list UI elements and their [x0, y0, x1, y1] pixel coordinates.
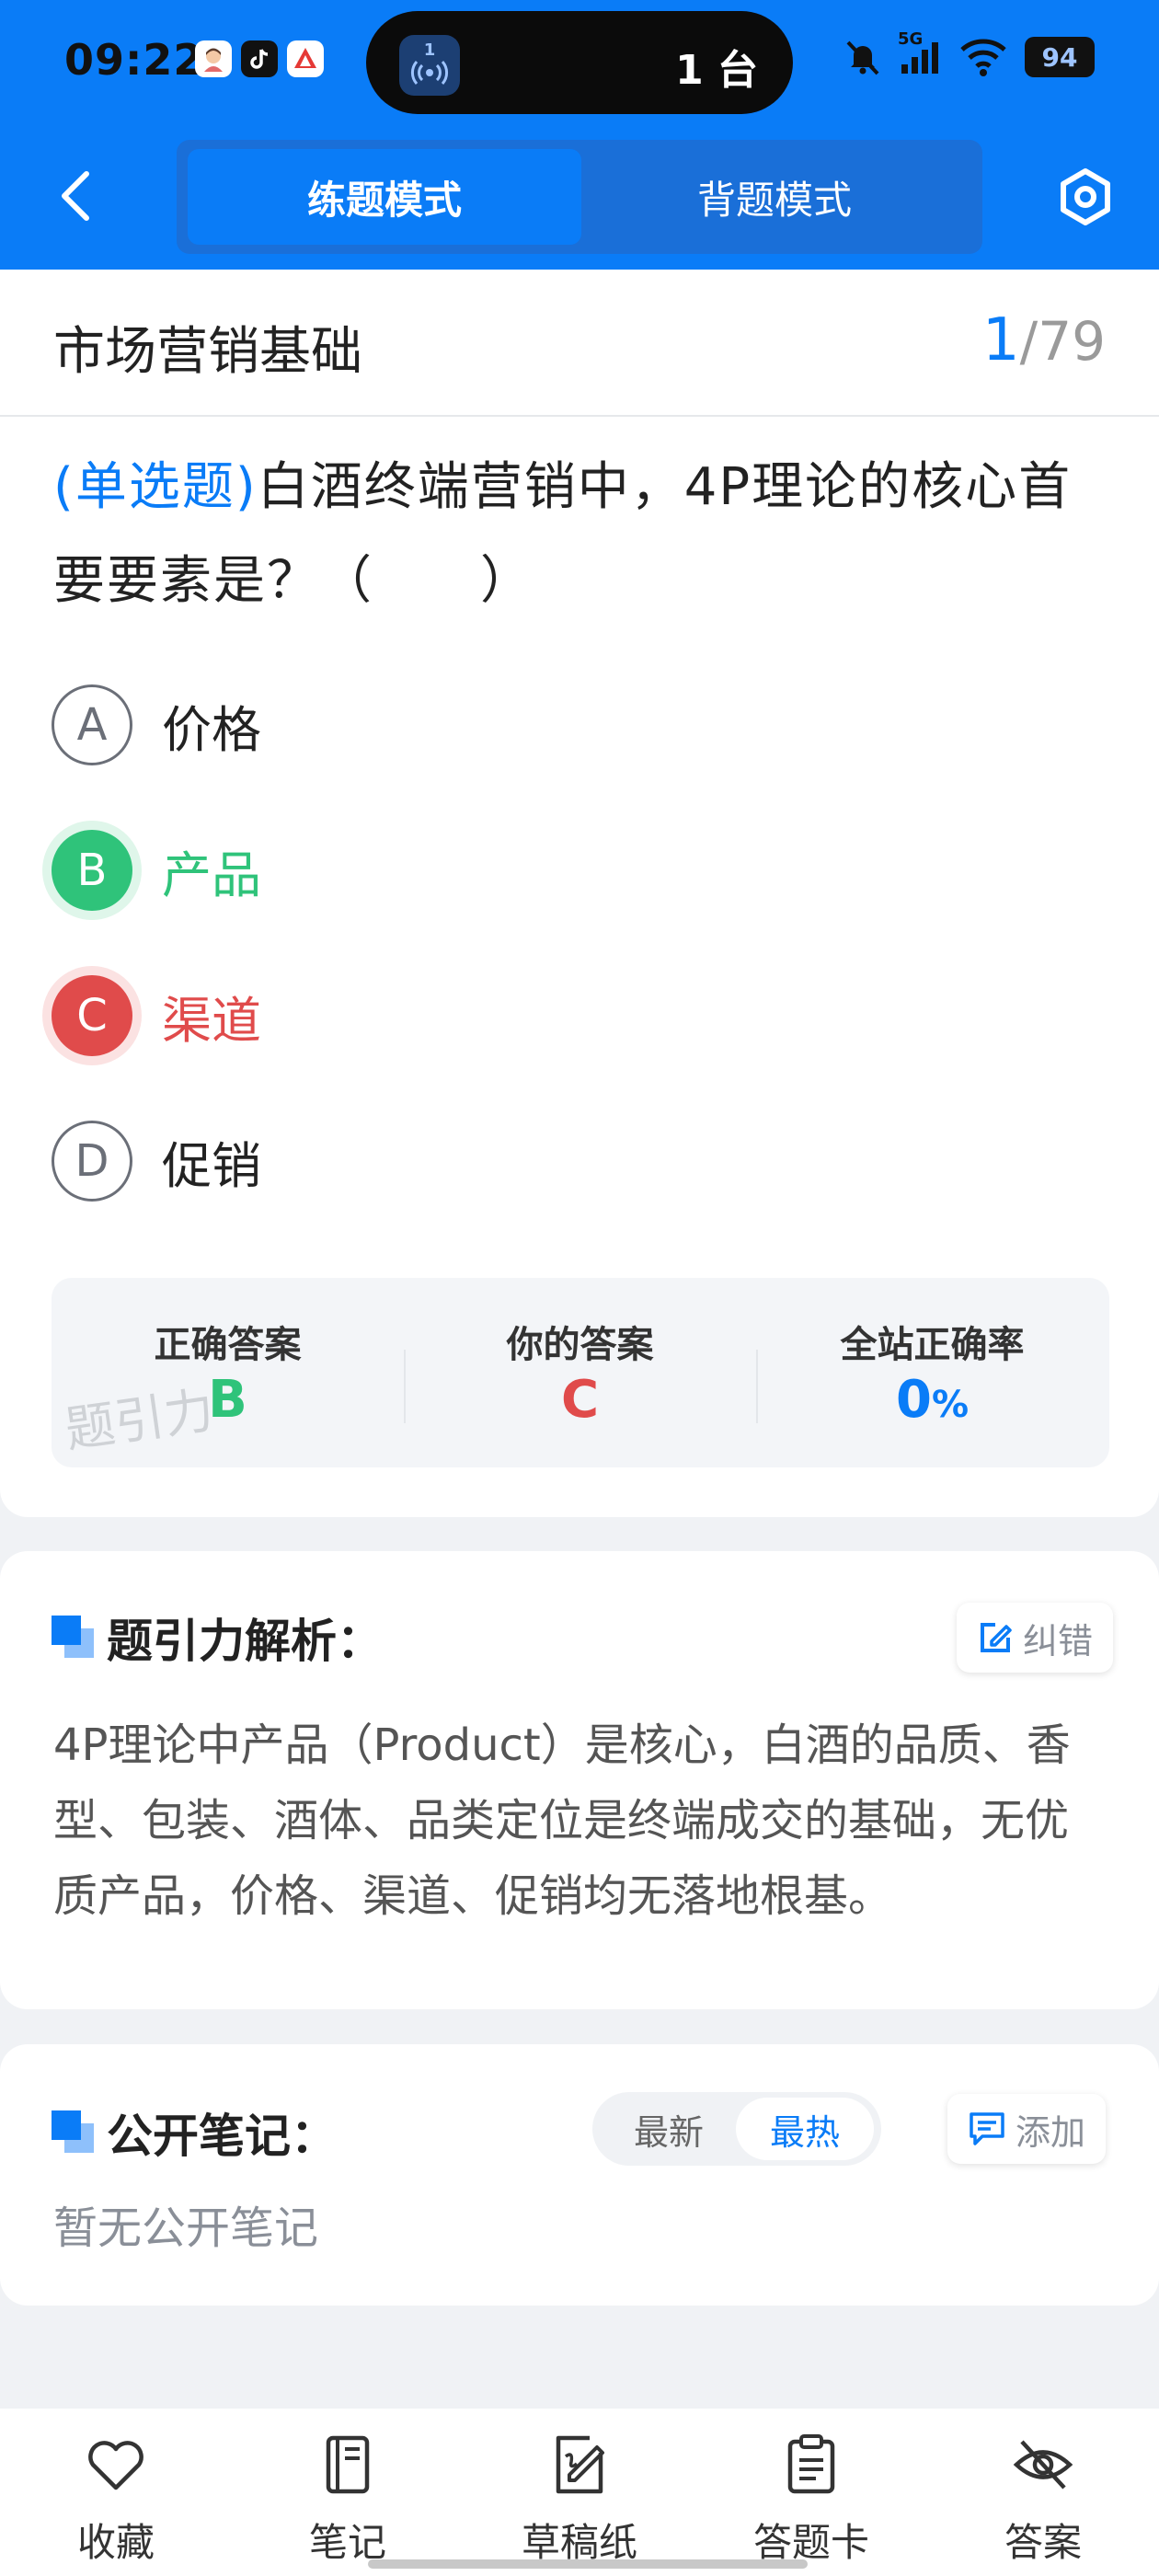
progress-separator: /	[1019, 310, 1039, 373]
tab-practice-mode[interactable]: 练题模式	[188, 149, 581, 245]
nav-label: 收藏	[76, 2520, 155, 2565]
eye-off-icon	[1013, 2440, 1073, 2490]
nav-answer-sheet[interactable]: 答题卡	[719, 2432, 903, 2568]
report-error-label: 纠错	[1023, 1620, 1094, 1662]
option-c[interactable]: C 渠道	[52, 972, 261, 1059]
nav-label: 答案	[1004, 2520, 1082, 2565]
app-logo-icon	[287, 40, 324, 77]
analysis-text: 4P理论中产品（Product）是核心，白酒的品质、香型、包装、酒体、品类定位是…	[53, 1719, 1071, 1922]
mode-switch: 练题模式 背题模式	[177, 140, 982, 254]
accuracy-label: 全站正确率	[840, 1324, 1025, 1366]
comment-icon	[970, 2112, 1004, 2145]
cellular-signal-icon: 5G	[898, 29, 942, 77]
settings-button[interactable]	[1054, 166, 1117, 228]
tab-review-mode[interactable]: 背题模式	[578, 149, 971, 245]
option-text: 价格	[162, 700, 261, 759]
accuracy-col: 全站正确率 0%	[756, 1278, 1108, 1467]
accuracy-value: 0%	[895, 1370, 970, 1430]
notes-sort-toggle: 最新 最热	[592, 2092, 881, 2166]
your-answer-col: 你的答案 C	[404, 1278, 756, 1467]
section-icon	[52, 2110, 94, 2153]
answer-sheet-icon	[787, 2434, 835, 2494]
question-text: (单选题)白酒终端营销中，4P理论的核心首要要素是？（ ）	[53, 441, 1111, 628]
option-letter: A	[52, 684, 132, 765]
notebook-icon	[326, 2435, 370, 2494]
subject-bar: 市场营销基础 1/79	[0, 270, 1159, 417]
option-letter: B	[52, 830, 132, 911]
option-text: 促销	[162, 1136, 261, 1195]
question-type: (单选题)	[53, 457, 258, 517]
question-card: 市场营销基础 1/79 (单选题)白酒终端营销中，4P理论的核心首要要素是？（ …	[0, 270, 1159, 1517]
mute-bell-icon	[846, 40, 879, 75]
public-notes-card: 公开笔记： 最新 最热 添加 暂无公开笔记	[0, 2044, 1159, 2306]
chevron-left-icon	[62, 171, 89, 221]
option-text: 产品	[162, 845, 261, 904]
report-error-button[interactable]: 纠错	[957, 1603, 1114, 1673]
home-indicator[interactable]	[368, 2559, 808, 2569]
question-progress: 1/79	[982, 306, 1106, 374]
sort-hottest[interactable]: 最热	[736, 2098, 874, 2160]
app-header: 09:22 1 1 台 5G 94 练题模式 背题模式	[0, 0, 1159, 270]
option-letter: D	[52, 1121, 132, 1202]
notes-title: 公开笔记：	[107, 2110, 337, 2163]
add-note-label: 添加	[1016, 2111, 1086, 2153]
bottom-nav: 收藏 笔记 草稿纸 答题卡 答案	[0, 2409, 1159, 2576]
nav-favorite[interactable]: 收藏	[24, 2432, 208, 2568]
correct-answer-col: 正确答案 B	[52, 1278, 404, 1467]
notes-empty-text: 暂无公开笔记	[53, 2202, 319, 2254]
wifi-icon	[960, 39, 1006, 76]
progress-current: 1	[981, 306, 1020, 374]
analysis-title: 题引力解析：	[107, 1615, 383, 1668]
gear-icon	[1061, 168, 1110, 225]
nav-notes[interactable]: 笔记	[256, 2432, 440, 2568]
option-letter: C	[52, 975, 132, 1056]
your-answer-label: 你的答案	[506, 1324, 654, 1366]
correct-answer-label: 正确答案	[154, 1324, 302, 1366]
tiktok-icon	[241, 40, 278, 77]
sort-latest[interactable]: 最新	[600, 2098, 738, 2160]
progress-total: 79	[1038, 310, 1106, 373]
status-indicators: 5G 94	[843, 29, 1095, 77]
broadcast-icon: 1	[399, 35, 460, 96]
battery-icon: 94	[1025, 37, 1095, 77]
avatar-app-icon	[195, 40, 232, 77]
nav-answer[interactable]: 答案	[951, 2432, 1135, 2568]
draft-icon	[556, 2435, 604, 2494]
option-a[interactable]: A 价格	[52, 682, 261, 768]
heart-icon	[88, 2441, 143, 2490]
answer-summary: 题引力 正确答案 B 你的答案 C 全站正确率 0%	[52, 1278, 1109, 1467]
option-b[interactable]: B 产品	[52, 827, 261, 914]
option-d[interactable]: D 促销	[52, 1118, 261, 1204]
status-time: 09:22	[64, 35, 204, 85]
section-icon	[52, 1616, 94, 1658]
analysis-card: 题引力解析： 纠错 4P理论中产品（Product）是核心，白酒的品质、香型、包…	[0, 1551, 1159, 2009]
option-text: 渠道	[162, 991, 261, 1050]
add-note-button[interactable]: 添加	[947, 2094, 1107, 2164]
correct-answer-value: B	[208, 1370, 247, 1430]
nav-draft[interactable]: 草稿纸	[488, 2432, 671, 2568]
subject-title: 市场营销基础	[53, 322, 362, 382]
back-button[interactable]	[48, 164, 103, 228]
status-notification-icons	[195, 40, 324, 77]
dynamic-island: 1 1 台	[366, 11, 793, 114]
edit-icon	[981, 1623, 1012, 1652]
your-answer-value: C	[560, 1370, 600, 1430]
island-text: 1 台	[675, 47, 758, 94]
